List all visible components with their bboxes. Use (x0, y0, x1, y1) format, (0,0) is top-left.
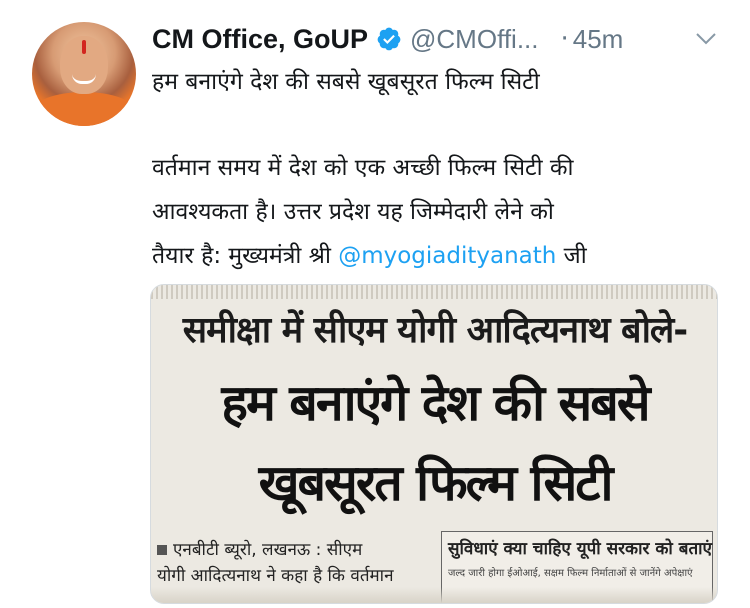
para-line-3-suffix: जी (556, 243, 587, 269)
mention-link[interactable]: @myogiadityanath (338, 243, 556, 269)
author-handle[interactable]: @CMOffi... (410, 24, 538, 55)
avatar-robe (32, 92, 136, 126)
newspaper-edge (151, 285, 717, 299)
newspaper-headline-big-1: हम बनाएंगे देश की सबसे (221, 374, 650, 432)
tweet-media-image[interactable]: समीक्षा में सीएम योगी आदित्यनाथ बोले- हम… (150, 284, 718, 604)
newspaper-headline-big-2: खूबसूरत फिल्म सिटी (258, 454, 614, 512)
sidebar-box-subtitle: जल्द जारी होगा ईओआई, सक्षम फिल्म निर्मात… (448, 568, 693, 579)
verified-badge-icon (377, 27, 401, 51)
author-name[interactable]: CM Office, GoUP (152, 24, 368, 55)
body-line-1-text: एनबीटी ब्यूरो, लखनऊ : सीएम (173, 540, 363, 560)
tweet-para-line-2: आवश्यकता है। उत्तर प्रदेश यह जिम्मेदारी … (152, 199, 554, 225)
chevron-down-icon[interactable] (694, 26, 718, 50)
tweet[interactable]: CM Office, GoUP @CMOffi... · 45m हम बनाए… (0, 0, 750, 608)
newspaper-body-line-2: योगी आदित्यनाथ ने कहा है कि वर्तमान (157, 566, 394, 586)
avatar-tilak (82, 40, 86, 54)
tweet-text-paragraph: वर्तमान समय में देश को एक अच्छी फिल्म सि… (152, 146, 732, 278)
image-fade (151, 587, 717, 603)
author-avatar[interactable] (32, 22, 136, 126)
tweet-header: CM Office, GoUP @CMOffi... · 45m (152, 22, 722, 56)
newspaper-headline-small: समीक्षा में सीएम योगी आदित्यनाथ बोले- (182, 310, 689, 351)
para-line-3-prefix: तैयार है: मुख्यमंत्री श्री (152, 243, 339, 269)
newspaper-body-column: एनबीटी ब्यूरो, लखनऊ : सीएम योगी आदित्यना… (157, 537, 433, 589)
separator-dot: · (560, 24, 569, 54)
tweet-para-line-1: वर्तमान समय में देश को एक अच्छी फिल्म सि… (152, 155, 574, 181)
newspaper-body-line-1: एनबीटी ब्यूरो, लखनऊ : सीएम (157, 537, 433, 563)
sidebar-box-title: सुविधाएं क्या चाहिए यूपी सरकार को बताएं (448, 539, 712, 559)
tweet-para-line-3: तैयार है: मुख्यमंत्री श्री @myogiadityan… (152, 234, 732, 278)
tweet-timestamp[interactable]: 45m (573, 24, 624, 55)
tweet-text-line-1: हम बनाएंगे देश की सबसे खूबसूरत फिल्म सिट… (152, 69, 540, 95)
bullet-square-icon (157, 545, 167, 555)
